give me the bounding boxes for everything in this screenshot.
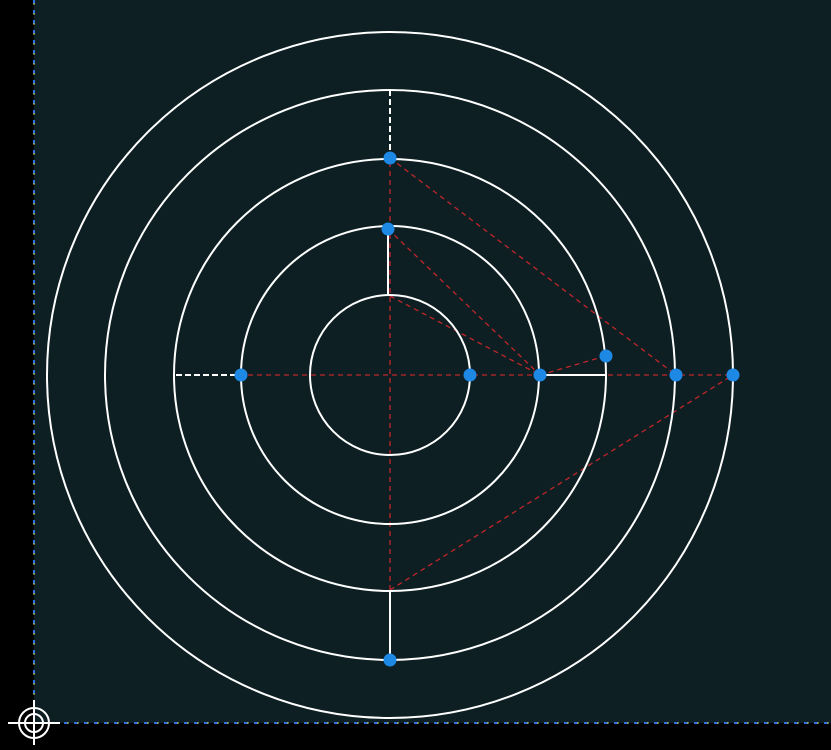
sketch-svg[interactable]: [0, 0, 831, 750]
cad-canvas[interactable]: [0, 0, 831, 750]
point-top-b[interactable]: [381, 222, 395, 236]
point-left[interactable]: [234, 368, 248, 382]
point-right-e[interactable]: [726, 368, 740, 382]
point-right-c[interactable]: [599, 349, 613, 363]
point-right-d[interactable]: [669, 368, 683, 382]
point-right-a[interactable]: [463, 368, 477, 382]
point-top-a[interactable]: [383, 151, 397, 165]
viewport-background[interactable]: [34, 0, 831, 723]
point-right-b[interactable]: [533, 368, 547, 382]
point-bottom[interactable]: [383, 653, 397, 667]
